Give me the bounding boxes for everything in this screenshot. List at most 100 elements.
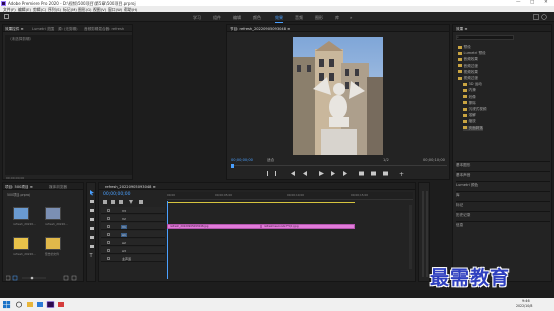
effects-tree-item[interactable]: Lumetri 预设 — [458, 51, 486, 56]
workspace-color[interactable]: 颜色 — [253, 15, 261, 21]
step-forward-icon[interactable] — [331, 171, 335, 176]
lift-icon[interactable] — [359, 171, 364, 176]
program-playhead[interactable] — [231, 163, 234, 168]
tab-effects[interactable]: 效果 ≡ — [456, 27, 467, 32]
new-item-icon[interactable] — [71, 275, 77, 281]
browser-icon[interactable] — [37, 302, 43, 307]
effects-tree-item[interactable]: 预设 — [458, 45, 471, 50]
tab-project[interactable]: 项目: 500项目 ≡ — [5, 185, 33, 190]
timeline-vertical-scrollbar[interactable] — [409, 205, 412, 269]
timeline-playhead[interactable] — [167, 201, 168, 279]
list-view-icon[interactable] — [6, 275, 11, 281]
track-header[interactable]: A2 — [101, 239, 165, 246]
home-icon[interactable] — [4, 14, 9, 19]
export-frame-icon[interactable] — [383, 171, 388, 176]
program-timecode-current[interactable]: 00;00;00;00 — [231, 158, 253, 162]
track-header[interactable]: A3 — [101, 247, 165, 254]
tab-audio-clip-mixer[interactable]: 音频剪辑混合器: refresh — [84, 27, 124, 32]
timeline-settings-icon[interactable] — [139, 200, 143, 204]
track-lock-icon[interactable] — [107, 256, 110, 260]
tab-program[interactable]: 节目: refresh_20220905093048 ≡ — [230, 27, 290, 32]
track-label[interactable]: 主声道 — [121, 257, 132, 261]
lower-panel-header[interactable]: 基本图形 — [456, 161, 550, 168]
minimize-button[interactable]: — — [516, 0, 521, 5]
close-button[interactable]: ✕ — [544, 0, 548, 5]
clock-time[interactable]: 9:46 — [522, 299, 530, 303]
tab-source[interactable]: 源: (无剪辑) — [58, 27, 78, 32]
track-header[interactable]: V3 — [101, 207, 165, 214]
pen-tool-icon[interactable] — [89, 236, 94, 239]
clock-date[interactable]: 2022/10/8 — [516, 304, 532, 308]
track-label[interactable]: V1 — [121, 224, 127, 229]
icon-view-icon[interactable] — [12, 275, 18, 281]
track-lock-icon[interactable] — [107, 208, 110, 212]
workspace-libraries[interactable]: 库 — [335, 15, 339, 21]
effects-tree-item[interactable]: 缩放 — [463, 119, 476, 124]
file-explorer-icon[interactable] — [27, 302, 33, 307]
resolution-dropdown[interactable]: 1/2 — [383, 158, 389, 162]
windows-start-icon[interactable] — [3, 301, 11, 309]
slip-tool-icon[interactable] — [89, 227, 94, 230]
linked-selection-icon[interactable] — [119, 200, 123, 204]
effects-tree-item[interactable]: 3D 运动 — [463, 82, 482, 87]
step-back-icon[interactable] — [303, 171, 307, 176]
go-to-in-icon[interactable] — [291, 171, 295, 176]
nest-toggle-icon[interactable] — [103, 200, 107, 204]
hand-tool-icon[interactable] — [89, 245, 94, 248]
search-taskbar-icon[interactable] — [16, 301, 22, 308]
workspace-editing[interactable]: 编辑 — [233, 15, 241, 21]
effects-tree-item[interactable]: 视频效果 — [458, 70, 478, 75]
zoom-slider-handle[interactable] — [30, 276, 34, 280]
effects-tree-item[interactable]: 内滑 — [463, 88, 476, 93]
track-label[interactable]: A2 — [121, 241, 127, 245]
track-select-icon[interactable] — [89, 200, 94, 203]
quick-export-icon[interactable] — [533, 14, 539, 20]
type-tool-icon[interactable]: T — [88, 253, 93, 259]
timeline-clip[interactable]: refresh_20220905093048.jpg — [167, 224, 261, 229]
effects-tree-item[interactable]: 沉浸式视频 — [463, 107, 486, 112]
lower-panel-header[interactable]: 历史记录 — [456, 211, 550, 218]
timeline-clip[interactable]: refresh1seconds7*5(1).jpg — [261, 224, 355, 229]
effects-tree-item[interactable]: 音频效果 — [458, 57, 478, 62]
track-header[interactable]: V1 — [101, 223, 165, 230]
maximize-button[interactable]: □ — [530, 0, 534, 5]
track-header[interactable]: 主声道 — [101, 255, 165, 262]
lower-panel-header[interactable]: Lumetri 颜色 — [456, 181, 550, 188]
effects-tree-item[interactable]: 擦除 — [463, 101, 476, 106]
mark-out-icon[interactable] — [275, 171, 276, 176]
program-viewer[interactable] — [293, 37, 383, 155]
track-lock-icon[interactable] — [107, 248, 110, 252]
tab-effect-controls[interactable]: 效果控件 ≡ — [5, 27, 24, 32]
track-lock-icon[interactable] — [107, 224, 110, 228]
selection-tool-icon[interactable] — [89, 190, 94, 196]
workspace-audio[interactable]: 音频 — [295, 15, 303, 21]
track-label[interactable]: A3 — [121, 249, 127, 253]
fit-dropdown[interactable]: 适合 — [267, 158, 274, 163]
effects-tree-item[interactable]: 溶解 — [463, 113, 476, 118]
timeline-timecode[interactable]: 00;00;00;00 — [103, 192, 130, 197]
track-header[interactable]: A1 — [101, 231, 165, 238]
lower-panel-header[interactable]: 信息 — [456, 221, 550, 228]
premiere-taskbar-icon[interactable] — [46, 301, 55, 308]
add-marker-icon[interactable] — [129, 200, 133, 204]
tab-lumetri-scopes[interactable]: Lumetri 范围 — [32, 27, 54, 32]
timeline-ruler[interactable]: 00;00 00;00;05;00 00;00;10;00 00;00;15;0… — [167, 192, 413, 200]
razor-tool-icon[interactable] — [89, 218, 94, 221]
new-bin-icon[interactable] — [63, 275, 69, 281]
project-item-thumbnail[interactable] — [13, 207, 29, 220]
effects-tree-item[interactable]: 音频过渡 — [458, 64, 478, 69]
track-header[interactable]: V2 — [101, 215, 165, 222]
lower-panel-header[interactable]: 标记 — [456, 201, 550, 208]
lower-panel-header[interactable]: 库 — [456, 191, 550, 198]
snap-icon[interactable] — [111, 200, 115, 204]
lower-panel-header[interactable]: 基本声音 — [456, 171, 550, 178]
effects-tree-item[interactable]: 视频过渡 — [458, 76, 478, 81]
track-lock-icon[interactable] — [107, 216, 110, 220]
workspace-graphics[interactable]: 图形 — [315, 15, 323, 21]
project-item-thumbnail[interactable] — [45, 207, 61, 220]
tab-sequence[interactable]: refresh_20220905093048 ≡ — [105, 185, 156, 189]
track-label[interactable]: V3 — [121, 209, 127, 213]
project-item-thumbnail[interactable] — [45, 237, 61, 250]
work-area-bar[interactable] — [167, 202, 355, 203]
ripple-edit-icon[interactable] — [89, 209, 94, 212]
